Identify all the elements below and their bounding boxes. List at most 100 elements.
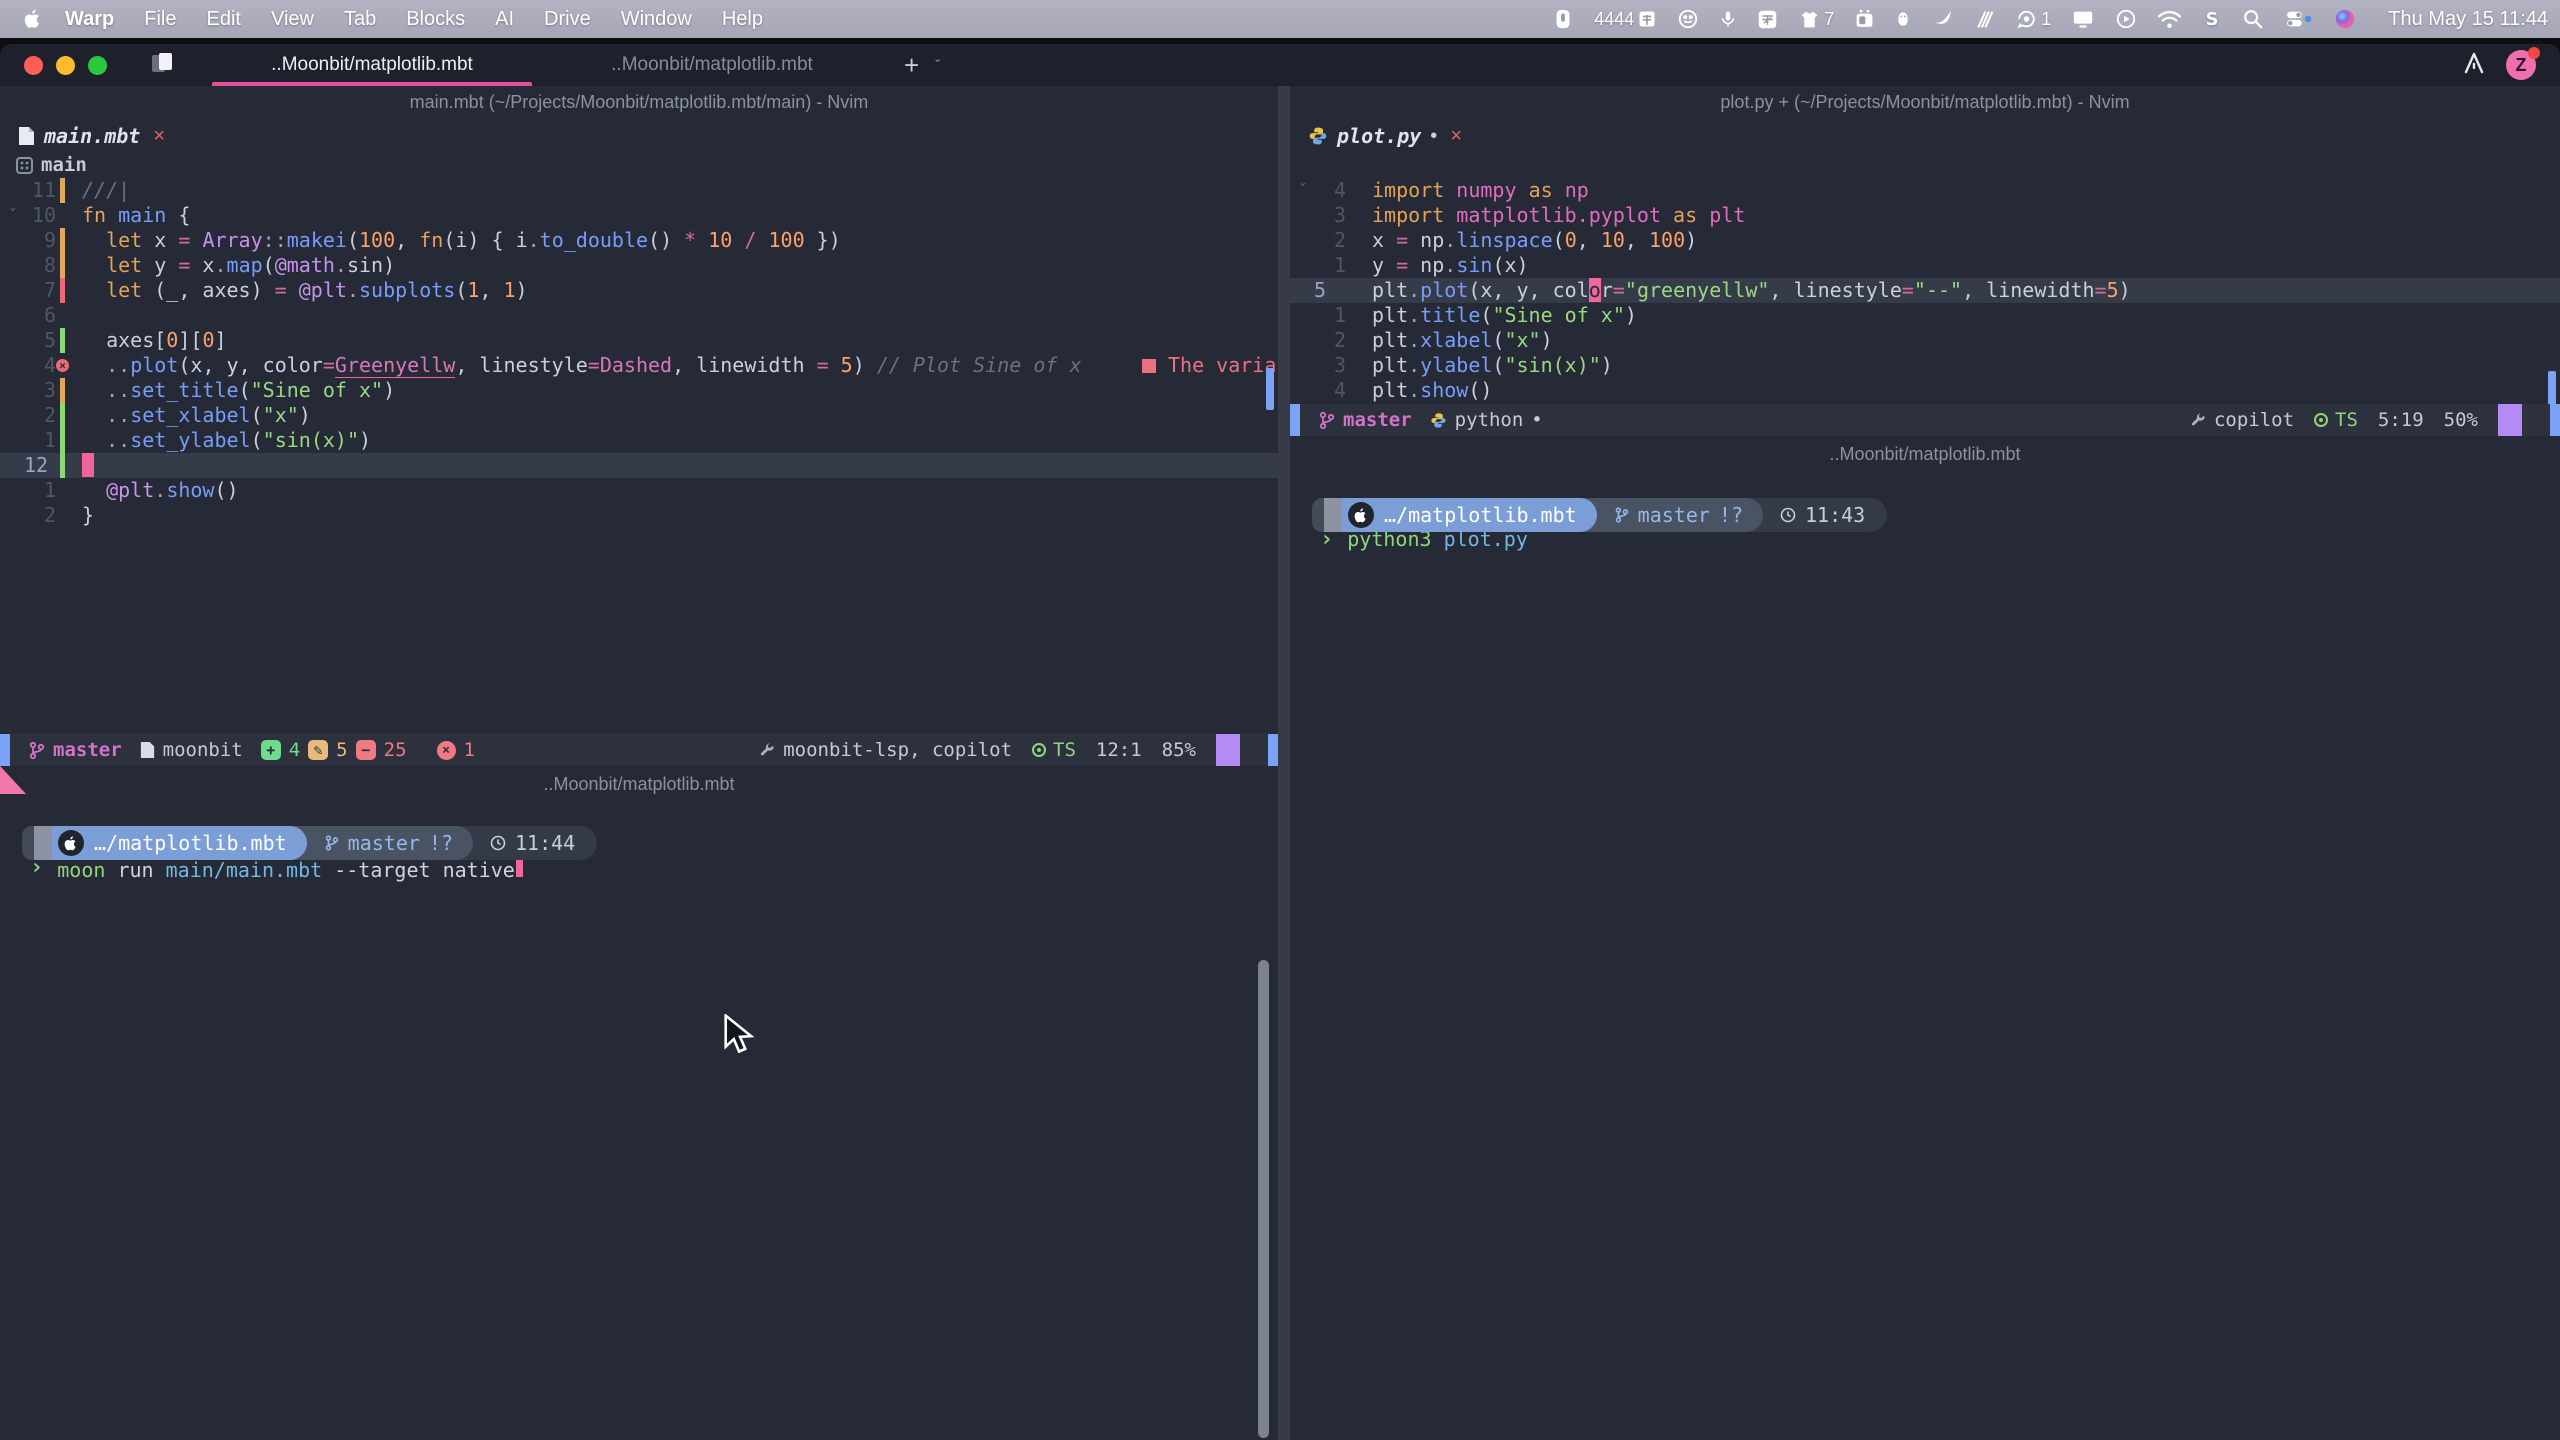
siri-icon[interactable] [2326,0,2364,38]
pane-divider[interactable] [1278,86,1290,1440]
window-tab-2[interactable]: ..Moonbit/matplotlib.mbt [542,44,882,86]
buffer-close-icon[interactable]: × [153,125,165,148]
code-line[interactable]: 2plt.xlabel("x") [1290,328,2560,353]
menu-warp[interactable]: Warp [50,8,129,30]
code-area-plot-py[interactable]: ˇ4import numpy as np3import matplotlib.p… [1290,178,2560,403]
editor-scrollview-left[interactable] [1266,368,1274,410]
code-line[interactable]: ˇ4import numpy as np [1290,178,2560,203]
menu-view[interactable]: View [256,8,329,30]
python-icon [1308,126,1328,146]
menu-bar: WarpFileEditViewTabBlocksAIDriveWindowHe… [0,0,2560,38]
wardrobe-icon[interactable]: 7 [1790,0,1842,38]
fold-chevron-icon[interactable]: ˇ [8,203,24,228]
fold-column [1298,203,1314,228]
fold-chevron-icon[interactable]: ˇ [1298,178,1314,203]
user-avatar[interactable]: Z [2506,50,2536,80]
command-token: run [105,858,165,882]
minimize-window-button[interactable] [56,56,75,75]
display-icon[interactable] [2063,0,2103,38]
spotlight-icon[interactable] [2234,0,2272,38]
penguin-app-icon[interactable] [1887,0,1919,38]
code-line[interactable]: 12 [0,453,1278,478]
menu-drive[interactable]: Drive [529,8,606,30]
input-language-icon[interactable] [1749,0,1786,38]
gutter-sign [1346,178,1372,203]
tv-icon[interactable] [1846,0,1883,38]
gutter-sign [56,378,82,403]
menu-clock[interactable]: Thu May 15 11:44 [2378,8,2560,31]
window-tab-1[interactable]: ..Moonbit/matplotlib.mbt [202,44,542,86]
code-line[interactable]: 11///| [0,178,1278,203]
tab-list-chevron-icon[interactable]: ˇ [935,57,940,74]
code-line[interactable]: 4× ..plot(x, y, color=Greenyellw, linest… [0,353,1278,378]
control-toggles-icon[interactable] [2276,0,2322,38]
python-icon [1430,412,1447,429]
menu-help[interactable]: Help [707,8,778,30]
code-line[interactable]: ˇ10fn main { [0,203,1278,228]
code-line[interactable]: 1y = np.sin(x) [1290,253,2560,278]
menu-blocks[interactable]: Blocks [391,8,480,30]
pane-title-editor-left: main.mbt (~/Projects/Moonbit/matplotlib.… [0,86,1278,118]
prompt-time-segment: 11:43 [1746,498,1887,532]
warp-ai-icon[interactable] [2462,51,2486,80]
chat-count-icon[interactable]: 1 [2007,0,2059,38]
menu-edit[interactable]: Edit [192,8,256,30]
prompt-chevron-icon: › [30,855,43,880]
nvim-tabline-right[interactable]: plot.py • × [1290,120,2560,152]
code-text: ..set_xlabel("x") [82,403,311,428]
code-line[interactable]: 5plt.plot(x, y, color="greenyellw", line… [1290,278,2560,303]
code-text: fn main { [82,203,190,228]
scroll-percent: 85% [1162,739,1196,761]
fold-column [1298,328,1314,353]
lsp-status: moonbit-lsp, copilot [759,739,1012,761]
code-area-main-mbt[interactable]: 11///|ˇ10fn main {9 let x = Array::makei… [0,178,1278,528]
code-line[interactable]: 2} [0,503,1278,528]
code-line[interactable]: 3plt.ylabel("sin(x)") [1290,353,2560,378]
code-line[interactable]: 1 @plt.show() [0,478,1278,503]
menu-ai[interactable]: AI [480,8,529,30]
line-number: 12 [24,453,56,478]
zoom-window-button[interactable] [88,56,107,75]
code-line[interactable]: 7 let (_, axes) = @plt.subplots(1, 1) [0,278,1278,303]
menu-file[interactable]: File [129,8,191,30]
fold-column [8,353,24,378]
code-line[interactable]: 1plt.title("Sine of x") [1290,303,2560,328]
workspace-pages-icon[interactable] [150,51,176,80]
menu-tab[interactable]: Tab [329,8,391,30]
gutter-sign [1346,328,1372,353]
menu-window[interactable]: Window [606,8,707,30]
s-app-icon[interactable]: S [2194,0,2230,38]
swoosh-app-icon[interactable] [1923,0,1962,38]
play-circle-icon[interactable] [2107,0,2145,38]
gutter-sign [56,428,82,453]
stripes-app-icon[interactable] [1966,0,2003,38]
code-line[interactable]: 9 let x = Array::makei(100, fn(i) { i.to… [0,228,1278,253]
code-line[interactable]: 3 ..set_title("Sine of x") [0,378,1278,403]
nvim-tabline-left[interactable]: main.mbt × [0,120,1278,152]
error-dot-icon: × [56,359,69,372]
diff-changed-icon: ✎ [308,740,328,760]
code-line[interactable]: 2 ..set_xlabel("x") [0,403,1278,428]
module-icon [16,157,33,174]
new-tab-button[interactable]: + [882,50,935,81]
code-line[interactable]: 8 let y = x.map(@math.sin) [0,253,1278,278]
gutter-sign [1346,228,1372,253]
code-line[interactable]: 4plt.show() [1290,378,2560,403]
code-line[interactable]: 5 axes[0][0] [0,328,1278,353]
mic-icon[interactable] [1711,0,1745,38]
code-line[interactable]: 6 [0,303,1278,328]
close-window-button[interactable] [24,56,43,75]
char-count-badge[interactable]: 4444 [1586,0,1665,38]
emoji-menu-icon[interactable] [1669,0,1707,38]
buffer-close-icon[interactable]: × [1450,125,1462,148]
screenshot-icon[interactable] [1544,0,1582,38]
gutter-sign [56,503,82,528]
line-number: 3 [1314,203,1346,228]
code-line[interactable]: 2x = np.linspace(0, 10, 100) [1290,228,2560,253]
apple-menu-icon[interactable] [24,8,42,30]
terminal-scrollbar[interactable] [1258,960,1269,1438]
code-line[interactable]: 1 ..set_ylabel("sin(x)") [0,428,1278,453]
menu-status-icons: 4444 7 1 S [1544,0,2378,38]
code-line[interactable]: 3import matplotlib.pyplot as plt [1290,203,2560,228]
wifi-icon[interactable] [2149,0,2190,38]
